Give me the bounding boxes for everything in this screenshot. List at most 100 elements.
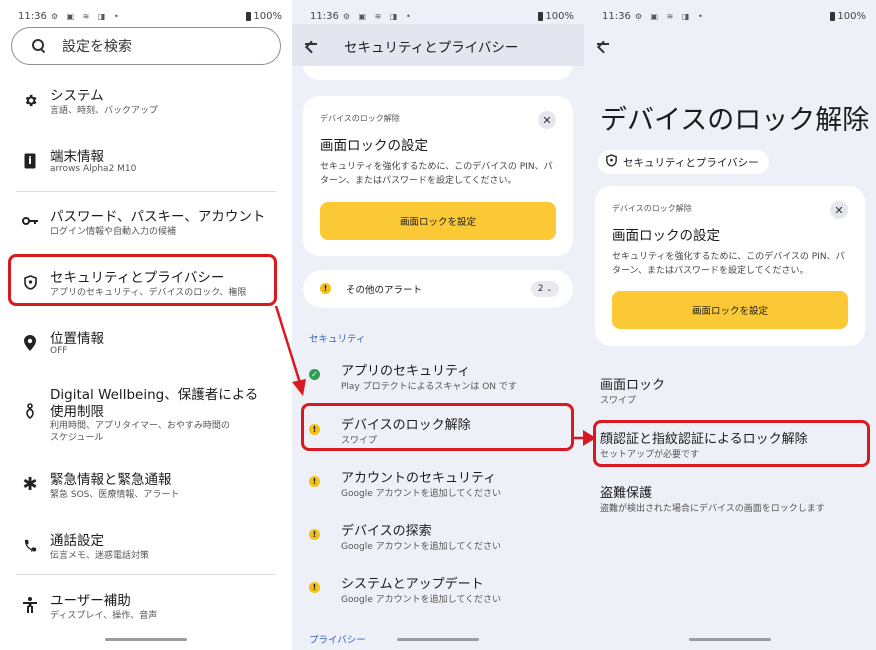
back-arrow-icon[interactable]: [304, 37, 318, 51]
close-icon[interactable]: ✕: [538, 111, 556, 129]
settings-item-digital-wellbeing[interactable]: Digital Wellbeing、保護者による 使用制限 利用時間、アプリタイ…: [0, 381, 292, 445]
top-app-bar: セキュリティとプライバシー: [292, 24, 584, 66]
item-title: 通話設定: [50, 533, 104, 549]
settings-item-system[interactable]: システム 言語、時刻、バックアップ: [0, 80, 292, 120]
settings-item-emergency[interactable]: ✱ 緊急情報と緊急通報 緊急 SOS、医療情報、アラート: [0, 464, 292, 504]
security-item-device-unlock[interactable]: ! デバイスのロック解除 スワイプ: [292, 410, 584, 450]
phone-info-icon: [22, 153, 38, 169]
breadcrumb-chip[interactable]: セキュリティとプライバシー: [598, 150, 769, 174]
item-subtitle: 伝言メモ、迷惑電話対策: [50, 551, 150, 561]
alert-icon: !: [309, 582, 320, 593]
settings-item-accessibility[interactable]: ユーザー補助 ディスプレイ、操作、音声: [0, 585, 292, 625]
alert-icon: !: [320, 283, 331, 294]
divider: [16, 191, 276, 192]
alert-icon: !: [309, 424, 320, 435]
status-icons: ⚙ ▣ ≋ ◨ •: [634, 11, 706, 21]
alerts-label: その他のアラート: [346, 285, 423, 296]
item-subtitle: arrows Alpha2 M10: [50, 164, 137, 174]
search-icon: [32, 39, 46, 53]
section-header-security: セキュリティ: [309, 334, 366, 345]
settings-item-device-info[interactable]: 端末情報 arrows Alpha2 M10: [0, 141, 292, 181]
battery-level: 100%: [253, 10, 282, 22]
item-title: システムとアップデート: [341, 577, 484, 592]
item-title-line2: 使用制限: [50, 404, 104, 420]
card-caption: デバイスのロック解除: [320, 114, 400, 123]
battery-level: 100%: [545, 10, 574, 22]
settings-screen: 11:36 ⚙ ▣ ≋ ◨ • 100% 設定を検索 システム 言語、時刻、バッ…: [0, 0, 292, 650]
status-bar: 11:36 ⚙ ▣ ≋ ◨ • 100%: [18, 9, 282, 23]
item-title: セキュリティとプライバシー: [50, 270, 225, 286]
settings-item-security-privacy[interactable]: セキュリティとプライバシー アプリのセキュリティ、デバイスのロック、権限: [0, 262, 292, 302]
item-subtitle: セットアップが必要です: [600, 450, 700, 460]
lock-setup-card: デバイスのロック解除 ✕ 画面ロックの設定 セキュリティを強化するために、このデ…: [303, 96, 573, 256]
back-arrow-icon[interactable]: [596, 37, 610, 51]
security-item-app-security[interactable]: ✓ アプリのセキュリティ Play プロテクトによるスキャンは ON です: [292, 355, 584, 395]
item-subtitle: 緊急 SOS、医療情報、アラート: [50, 490, 180, 500]
alert-icon: !: [309, 529, 320, 540]
battery-icon: [246, 11, 252, 21]
gesture-bar[interactable]: [689, 638, 771, 641]
unlock-item-theft-protection[interactable]: 盗難保護 盗難が検出された場合にデバイスの画面をロックします: [584, 478, 876, 518]
item-title: 画面ロック: [600, 378, 666, 393]
item-subtitle: ログイン情報や自動入力の候補: [50, 227, 177, 237]
item-title: ユーザー補助: [50, 593, 131, 609]
item-title: 顔認証と指紋認証によるロック解除: [600, 432, 808, 447]
item-title: デバイスのロック解除: [341, 418, 471, 433]
accessibility-icon: [22, 597, 38, 613]
security-item-account-security[interactable]: ! アカウントのセキュリティ Google アカウントを追加してください: [292, 463, 584, 503]
item-subtitle: 盗難が検出された場合にデバイスの画面をロックします: [600, 504, 825, 514]
item-subtitle: スワイプ: [341, 436, 378, 446]
battery-level: 100%: [837, 10, 866, 22]
item-subtitle: OFF: [50, 346, 68, 356]
status-time: 11:36: [602, 10, 631, 22]
gesture-bar[interactable]: [105, 638, 187, 641]
item-title: デバイスの探索: [341, 524, 432, 539]
card-title: 画面ロックの設定: [612, 228, 720, 244]
item-subtitle: スワイプ: [600, 396, 637, 406]
item-title: 緊急情報と緊急通報: [50, 472, 172, 488]
divider: [16, 574, 276, 575]
item-subtitle: 言語、時刻、バックアップ: [50, 106, 159, 116]
item-title: アプリのセキュリティ: [341, 364, 471, 379]
status-bar: 11:36 ⚙ ▣ ≋ ◨ • 100%: [602, 9, 866, 23]
card-title: 画面ロックの設定: [320, 138, 428, 154]
wellbeing-icon: [22, 403, 38, 419]
unlock-item-face-fingerprint[interactable]: 顔認証と指紋認証によるロック解除 セットアップが必要です: [584, 425, 876, 465]
shield-icon: [606, 154, 617, 170]
other-alerts-row[interactable]: ! その他のアラート 2 ⌄: [303, 270, 573, 308]
settings-item-call[interactable]: 通話設定 伝言メモ、迷惑電話対策: [0, 525, 292, 565]
key-icon: [22, 213, 38, 229]
alerts-count-badge[interactable]: 2 ⌄: [531, 281, 559, 297]
top-app-bar: [584, 24, 876, 66]
item-subtitle-line2: スケジュール: [50, 433, 104, 443]
item-title: 端末情報: [50, 149, 104, 165]
security-privacy-screen: 11:36 ⚙ ▣ ≋ ◨ • 100% セキュリティとプライバシー デバイスの…: [292, 0, 584, 650]
search-bar[interactable]: 設定を検索: [11, 27, 281, 65]
security-item-find-device[interactable]: ! デバイスの探索 Google アカウントを追加してください: [292, 516, 584, 556]
status-bar: 11:36 ⚙ ▣ ≋ ◨ • 100%: [310, 9, 574, 23]
chevron-down-icon: ⌄: [546, 285, 553, 293]
security-item-system-updates[interactable]: ! システムとアップデート Google アカウントを追加してください: [292, 569, 584, 609]
set-screen-lock-button[interactable]: 画面ロックを設定: [612, 291, 848, 329]
card-caption: デバイスのロック解除: [612, 204, 692, 213]
battery-icon: [538, 11, 544, 21]
item-subtitle: Google アカウントを追加してください: [341, 489, 502, 499]
item-title: パスワード、パスキー、アカウント: [50, 209, 266, 225]
asterisk-icon: ✱: [22, 473, 38, 495]
search-placeholder: 設定を検索: [62, 39, 132, 55]
item-title: 盗難保護: [600, 486, 653, 501]
location-pin-icon: [22, 335, 38, 351]
close-icon[interactable]: ✕: [830, 201, 848, 219]
device-unlock-screen: 11:36 ⚙ ▣ ≋ ◨ • 100% デバイスのロック解除 セキュリティとプ…: [584, 0, 876, 650]
status-time: 11:36: [310, 10, 339, 22]
alerts-count: 2: [537, 284, 544, 294]
chip-label: セキュリティとプライバシー: [623, 156, 759, 169]
settings-item-passwords[interactable]: パスワード、パスキー、アカウント ログイン情報や自動入力の候補: [0, 201, 292, 241]
set-screen-lock-button[interactable]: 画面ロックを設定: [320, 202, 556, 240]
unlock-item-screen-lock[interactable]: 画面ロック スワイプ: [584, 370, 876, 410]
item-title: システム: [50, 88, 104, 104]
status-icons: ⚙ ▣ ≋ ◨ •: [50, 11, 122, 21]
settings-item-location[interactable]: 位置情報 OFF: [0, 323, 292, 363]
gesture-bar[interactable]: [397, 638, 479, 641]
item-subtitle: アプリのセキュリティ、デバイスのロック、権限: [50, 288, 247, 298]
